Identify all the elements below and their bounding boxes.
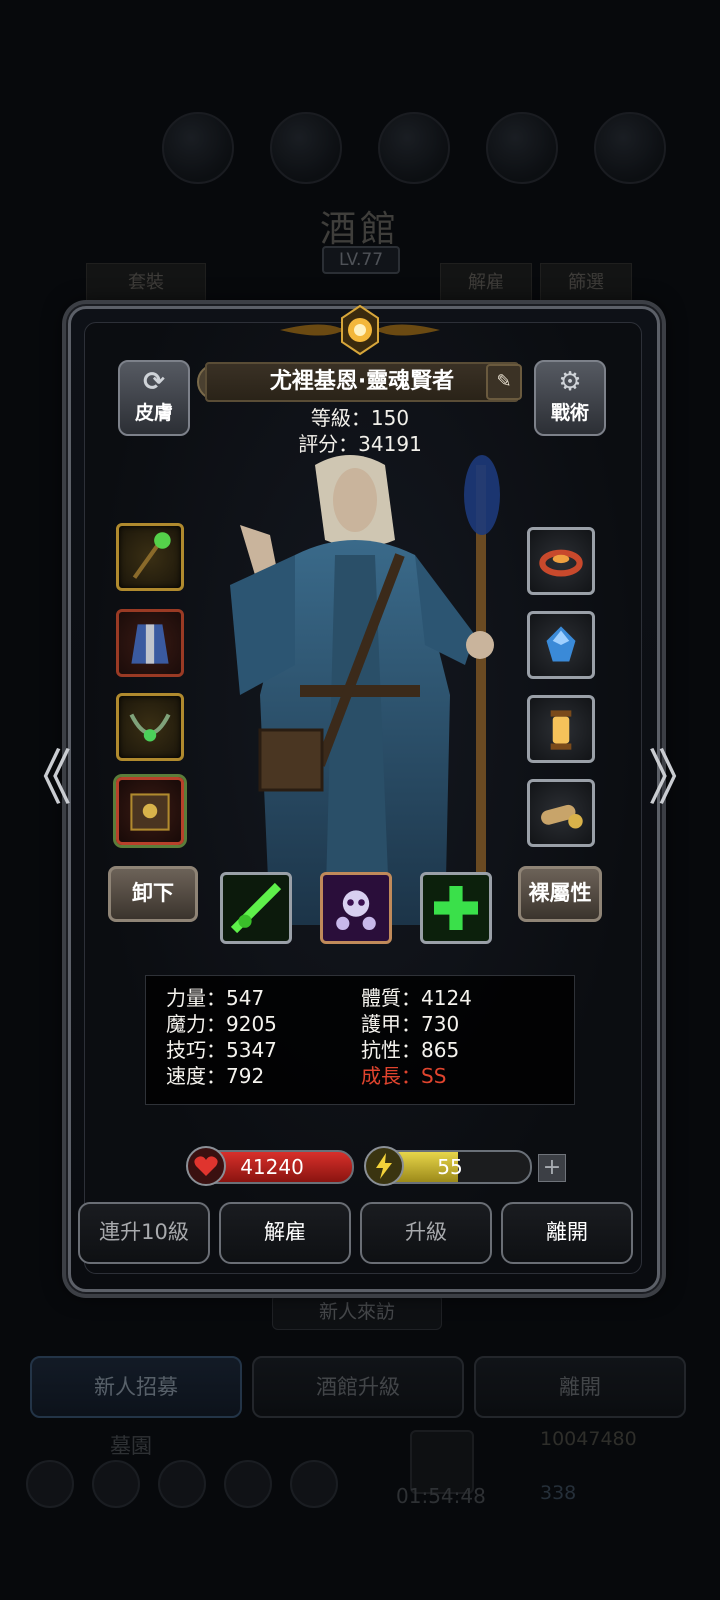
menu-icon [594, 112, 666, 184]
edit-name-icon[interactable]: ✎ [486, 364, 522, 400]
heal-cross-skill-icon [434, 886, 478, 930]
robe-item-icon [131, 624, 169, 664]
skill-slot-2[interactable] [320, 872, 392, 944]
base-attributes-button[interactable]: 裸屬性 [518, 866, 602, 922]
add-energy-button[interactable]: + [538, 1154, 566, 1182]
hero-portrait [230, 455, 500, 935]
nav-icon[interactable] [158, 1460, 206, 1508]
equip-slot-weapon[interactable] [116, 523, 184, 591]
stat-magic: 魔力：9205 [166, 1012, 277, 1036]
stat-speed: 速度：792 [166, 1064, 265, 1088]
menu-icon [378, 112, 450, 184]
tavern-level: LV.77 [322, 246, 400, 274]
hero-level: 等級：150 [310, 406, 410, 430]
stat-strength: 力量：547 [166, 986, 265, 1010]
ring-item-icon [539, 549, 583, 577]
tab-dismiss[interactable]: 解雇 [440, 263, 532, 303]
menu-icon [270, 112, 342, 184]
dismiss-button[interactable]: 解雇 [219, 1202, 351, 1264]
nav-icon[interactable] [92, 1460, 140, 1508]
leave-button[interactable]: 離開 [501, 1202, 633, 1264]
crest-emblem-icon [280, 304, 440, 356]
stat-skill: 技巧：5347 [166, 1038, 277, 1062]
gem-item-icon [546, 626, 576, 662]
tab-filter[interactable]: 篩選 [540, 263, 632, 303]
stats-panel: 力量：547 魔力：9205 技巧：5347 速度：792 體質：4124 護甲… [145, 975, 575, 1105]
menu-icon [162, 112, 234, 184]
shirt-icon: ⟳ [143, 367, 165, 397]
lightning-icon [364, 1146, 404, 1186]
equip-slot-gem[interactable] [527, 611, 595, 679]
unequip-button[interactable]: 卸下 [108, 866, 198, 922]
equip-slot-scroll[interactable] [527, 779, 595, 847]
graveyard-label: 墓園 [110, 1434, 152, 1458]
necklace-item-icon [129, 713, 171, 742]
gear-icon: ⚙ [558, 367, 582, 397]
equip-slot-book[interactable] [116, 777, 184, 845]
next-hero-arrow[interactable]: 》 [648, 730, 708, 817]
prev-hero-arrow[interactable]: 《 [12, 730, 72, 817]
tavern-title: 酒館 [319, 209, 400, 250]
gem-amount: 338 [540, 1482, 577, 1504]
spellbook-item-icon [130, 793, 170, 831]
skill-slot-1[interactable] [220, 872, 292, 944]
menu-icon [486, 112, 558, 184]
stat-resistance: 抗性：865 [361, 1038, 460, 1062]
scroll-item-icon [541, 804, 583, 829]
tavern-upgrade-button[interactable]: 酒館升級 [252, 1356, 464, 1418]
stat-constitution: 體質：4124 [361, 986, 472, 1010]
heart-icon [186, 1146, 226, 1186]
tab-set[interactable]: 套裝 [86, 263, 206, 303]
hero-name: 尤裡基恩·靈魂賢者 [205, 362, 519, 402]
new-visit-label: 新人來訪 [272, 1294, 442, 1330]
leave-tavern-button[interactable]: 離開 [474, 1356, 686, 1418]
equip-slot-lantern[interactable] [527, 695, 595, 763]
nav-icon[interactable] [290, 1460, 338, 1508]
level-up-10-button[interactable]: 連升10級 [78, 1202, 210, 1264]
equip-slot-ring[interactable] [527, 527, 595, 595]
gift-timer: 01:54:48 [396, 1484, 486, 1508]
skull-skill-icon [336, 890, 376, 930]
green-slash-skill-icon [230, 882, 282, 934]
recruit-button[interactable]: 新人招募 [30, 1356, 242, 1418]
stat-growth: 成長：SS [361, 1064, 447, 1088]
gold-amount: 10047480 [540, 1428, 637, 1450]
upgrade-button[interactable]: 升級 [360, 1202, 492, 1264]
nav-icon[interactable] [224, 1460, 272, 1508]
staff-item-icon [132, 532, 171, 579]
equip-slot-armor[interactable] [116, 609, 184, 677]
stat-armor: 護甲：730 [361, 1012, 460, 1036]
energy-value: 55 [437, 1155, 463, 1179]
skill-slot-3[interactable] [420, 872, 492, 944]
lantern-item-icon [550, 710, 572, 750]
nav-icon[interactable] [26, 1460, 74, 1508]
equip-slot-necklace[interactable] [116, 693, 184, 761]
